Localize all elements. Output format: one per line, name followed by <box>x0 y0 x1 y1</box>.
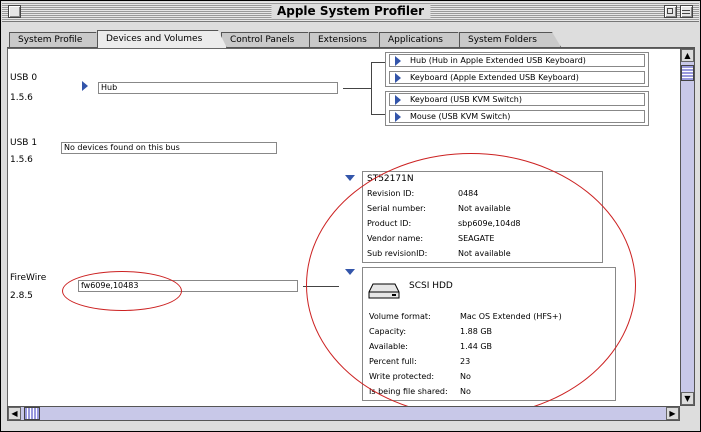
tab-applications[interactable]: Applications <box>379 32 467 47</box>
usb0-branch-top <box>371 62 385 63</box>
horizontal-scrollbar[interactable]: ◀ ▶ <box>7 406 680 421</box>
disclosure-triangle-icon[interactable] <box>395 95 401 105</box>
usb-device-row[interactable]: Hub (Hub in Apple Extended USB Keyboard) <box>389 54 645 67</box>
zoom-box-icon[interactable] <box>664 5 677 18</box>
tab-system-folders[interactable]: System Folders <box>459 32 561 47</box>
firewire-bus-label: FireWire <box>10 273 47 283</box>
annotation-ellipse-details <box>306 153 636 407</box>
tab-bar: System Profile Devices and Volumes Contr… <box>7 30 687 47</box>
usb-device-label: Keyboard (Apple Extended USB Keyboard) <box>410 73 579 82</box>
vertical-scrollbar[interactable]: ▲ ▼ <box>680 48 695 406</box>
collapse-box-icon[interactable] <box>680 5 693 18</box>
usb-device-row[interactable]: Keyboard (USB KVM Switch) <box>389 93 645 106</box>
window-title: Apple System Profiler <box>270 4 431 19</box>
usb0-branch-line <box>371 62 372 114</box>
usb0-bus-label: USB 0 <box>10 73 38 83</box>
usb1-no-devices-field: No devices found on this bus <box>61 142 277 154</box>
usb0-connector-line <box>343 88 371 89</box>
scroll-down-arrow-icon[interactable]: ▼ <box>681 392 694 405</box>
usb0-disclosure-triangle-icon[interactable] <box>82 81 88 91</box>
close-box-icon[interactable] <box>8 5 21 18</box>
usb-device-label: Keyboard (USB KVM Switch) <box>410 95 522 104</box>
usb-device-label: Hub (Hub in Apple Extended USB Keyboard) <box>410 56 586 65</box>
annotation-ellipse-firewire <box>62 271 182 311</box>
scroll-corner <box>680 406 695 421</box>
usb-device-label: Mouse (USB KVM Switch) <box>410 112 511 121</box>
firewire-version: 2.8.5 <box>10 291 33 301</box>
usb0-version: 1.5.6 <box>10 93 33 103</box>
horizontal-scroll-thumb[interactable] <box>24 407 40 420</box>
title-bar[interactable]: Apple System Profiler <box>2 2 699 22</box>
disclosure-triangle-icon[interactable] <box>395 112 401 122</box>
scroll-right-arrow-icon[interactable]: ▶ <box>666 407 679 420</box>
usb0-hub-field: Hub <box>98 82 338 94</box>
usb0-branch-bottom <box>371 114 385 115</box>
tab-devices-and-volumes[interactable]: Devices and Volumes <box>97 30 227 48</box>
devices-panel: USB 0 1.5.6 Hub Hub (Hub in Apple Extend… <box>7 48 680 407</box>
disclosure-triangle-icon[interactable] <box>395 73 401 83</box>
tab-system-profile[interactable]: System Profile <box>9 32 105 47</box>
usb-device-row[interactable]: Keyboard (Apple Extended USB Keyboard) <box>389 71 645 84</box>
scroll-left-arrow-icon[interactable]: ◀ <box>8 407 21 420</box>
tab-extensions[interactable]: Extensions <box>309 32 387 47</box>
disclosure-triangle-icon[interactable] <box>395 56 401 66</box>
usb-device-row[interactable]: Mouse (USB KVM Switch) <box>389 110 645 123</box>
usb1-version: 1.5.6 <box>10 155 33 165</box>
vertical-scroll-thumb[interactable] <box>681 65 694 81</box>
usb1-bus-label: USB 1 <box>10 138 38 148</box>
device-disclosure-triangle-icon[interactable] <box>345 175 355 181</box>
scroll-up-arrow-icon[interactable]: ▲ <box>681 49 694 62</box>
tab-control-panels[interactable]: Control Panels <box>221 32 317 47</box>
